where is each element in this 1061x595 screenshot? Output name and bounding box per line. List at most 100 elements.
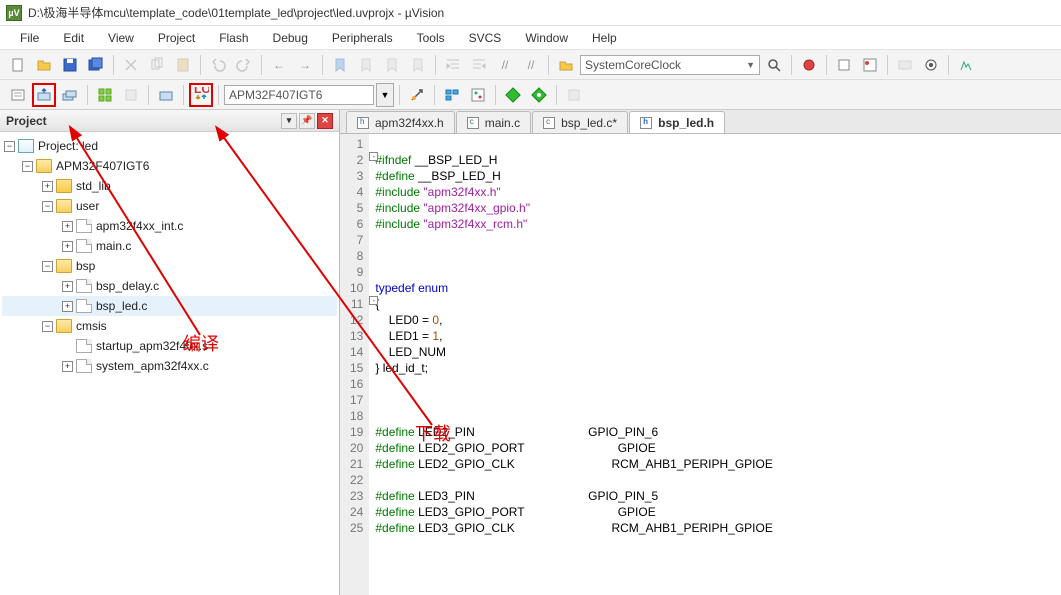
code-editor[interactable]: 12-34567891011-1213141516171819202122232…	[340, 134, 1061, 595]
tree-group-bsp[interactable]: − bsp	[2, 256, 337, 276]
configure-button[interactable]	[919, 53, 943, 77]
editor-tab[interactable]: bsp_led.c*	[532, 111, 628, 133]
panel-dropdown-button[interactable]: ▾	[281, 113, 297, 129]
expand-icon[interactable]: −	[4, 141, 15, 152]
tree-file[interactable]: + system_apm32f4xx.c	[2, 356, 337, 376]
nav-forward-button[interactable]: →	[293, 53, 317, 77]
find-icon[interactable]	[554, 53, 578, 77]
tree-project-root[interactable]: − Project: led	[2, 136, 337, 156]
code-line[interactable]: #define LED3_PIN GPIO_PIN_5	[375, 488, 773, 504]
code-line[interactable]	[375, 248, 773, 264]
bookmark-prev-button[interactable]	[354, 53, 378, 77]
code-line[interactable]: #define LED2_GPIO_PORT GPIOE	[375, 440, 773, 456]
undo-button[interactable]	[206, 53, 230, 77]
code-line[interactable]	[375, 472, 773, 488]
code-line[interactable]	[375, 136, 773, 152]
bookmark-button[interactable]	[328, 53, 352, 77]
bookmark-clear-button[interactable]	[406, 53, 430, 77]
menu-item-project[interactable]: Project	[148, 29, 205, 47]
expand-icon[interactable]: +	[62, 361, 73, 372]
tree-group-cmsis[interactable]: − cmsis	[2, 316, 337, 336]
file-extensions-button[interactable]	[466, 83, 490, 107]
editor-tab[interactable]: apm32f4xx.h	[346, 111, 455, 133]
code-line[interactable]: #ifndef __BSP_LED_H	[375, 152, 773, 168]
expand-icon[interactable]: +	[62, 241, 73, 252]
menu-item-peripherals[interactable]: Peripherals	[322, 29, 403, 47]
tree-target[interactable]: − APM32F407IGT6	[2, 156, 337, 176]
rebuild-button[interactable]	[58, 83, 82, 107]
code-line[interactable]: #define LED3_GPIO_CLK RCM_AHB1_PERIPH_GP…	[375, 520, 773, 536]
tree-file[interactable]: + bsp_delay.c	[2, 276, 337, 296]
editor-tab[interactable]: bsp_led.h	[629, 111, 725, 133]
expand-icon[interactable]: +	[42, 181, 53, 192]
breakpoint-window-button[interactable]	[858, 53, 882, 77]
expand-icon[interactable]: +	[62, 281, 73, 292]
manage-rte-button[interactable]	[501, 83, 525, 107]
code-line[interactable]	[375, 232, 773, 248]
tools-button-2[interactable]	[954, 53, 978, 77]
code-line[interactable]: #define __BSP_LED_H	[375, 168, 773, 184]
copy-button[interactable]	[145, 53, 169, 77]
expand-icon[interactable]: +	[62, 301, 73, 312]
code-line[interactable]: LED1 = 1,	[375, 328, 773, 344]
target-select[interactable]: APM32F407IGT6	[224, 85, 374, 105]
tree-file[interactable]: + main.c	[2, 236, 337, 256]
pack-installer-button[interactable]	[562, 83, 586, 107]
tree-group-stdlib[interactable]: + std_lib	[2, 176, 337, 196]
download-button[interactable]: LOAD	[189, 83, 213, 107]
quick-find-combo[interactable]: SystemCoreClock ▼	[580, 55, 760, 75]
select-packs-button[interactable]	[527, 83, 551, 107]
code-line[interactable]: LED0 = 0,	[375, 312, 773, 328]
new-file-button[interactable]	[6, 53, 30, 77]
tools-button-1[interactable]	[893, 53, 917, 77]
editor-tab[interactable]: main.c	[456, 111, 531, 133]
expand-icon[interactable]: −	[42, 201, 53, 212]
save-all-button[interactable]	[84, 53, 108, 77]
code-line[interactable]: #define LED2_GPIO_CLK RCM_AHB1_PERIPH_GP…	[375, 456, 773, 472]
translate-button[interactable]	[6, 83, 30, 107]
panel-close-button[interactable]: ✕	[317, 113, 333, 129]
menu-item-file[interactable]: File	[10, 29, 49, 47]
tree-file[interactable]: startup_apm32f40x.s	[2, 336, 337, 356]
menu-item-svcs[interactable]: SVCS	[459, 29, 512, 47]
menu-item-help[interactable]: Help	[582, 29, 627, 47]
paste-button[interactable]	[171, 53, 195, 77]
cut-button[interactable]	[119, 53, 143, 77]
code-line[interactable]: {	[375, 296, 773, 312]
redo-button[interactable]	[232, 53, 256, 77]
comment-button[interactable]: //	[493, 53, 517, 77]
expand-icon[interactable]: +	[62, 221, 73, 232]
menu-item-flash[interactable]: Flash	[209, 29, 258, 47]
code-body[interactable]: #ifndef __BSP_LED_H#define __BSP_LED_H #i…	[369, 134, 779, 595]
save-button[interactable]	[58, 53, 82, 77]
panel-pin-button[interactable]: 📌	[299, 113, 315, 129]
open-file-button[interactable]	[32, 53, 56, 77]
tree-group-user[interactable]: − user	[2, 196, 337, 216]
stop-build-button[interactable]	[119, 83, 143, 107]
menu-item-window[interactable]: Window	[515, 29, 578, 47]
expand-icon[interactable]: −	[42, 261, 53, 272]
tree-file[interactable]: + apm32f4xx_int.c	[2, 216, 337, 236]
debug-button[interactable]	[797, 53, 821, 77]
expand-icon[interactable]: −	[42, 321, 53, 332]
code-line[interactable]: #include "apm32f4xx_rcm.h"	[375, 216, 773, 232]
code-line[interactable]	[375, 392, 773, 408]
batch-build-multi-button[interactable]	[154, 83, 178, 107]
tree-file[interactable]: + bsp_led.c	[2, 296, 337, 316]
batch-build-button[interactable]	[93, 83, 117, 107]
breakpoint-button[interactable]	[832, 53, 856, 77]
menu-item-debug[interactable]: Debug	[263, 29, 318, 47]
code-line[interactable]	[375, 408, 773, 424]
expand-icon[interactable]: −	[22, 161, 33, 172]
menu-item-view[interactable]: View	[98, 29, 144, 47]
uncomment-button[interactable]: //	[519, 53, 543, 77]
menu-item-edit[interactable]: Edit	[53, 29, 94, 47]
build-button[interactable]	[32, 83, 56, 107]
code-line[interactable]	[375, 264, 773, 280]
code-line[interactable]: #define LED3_GPIO_PORT GPIOE	[375, 504, 773, 520]
project-tree[interactable]: − Project: led − APM32F407IGT6 + std_lib…	[0, 132, 339, 595]
code-line[interactable]	[375, 376, 773, 392]
options-button[interactable]	[405, 83, 429, 107]
code-line[interactable]: } led_id_t;	[375, 360, 773, 376]
code-line[interactable]: typedef enum	[375, 280, 773, 296]
